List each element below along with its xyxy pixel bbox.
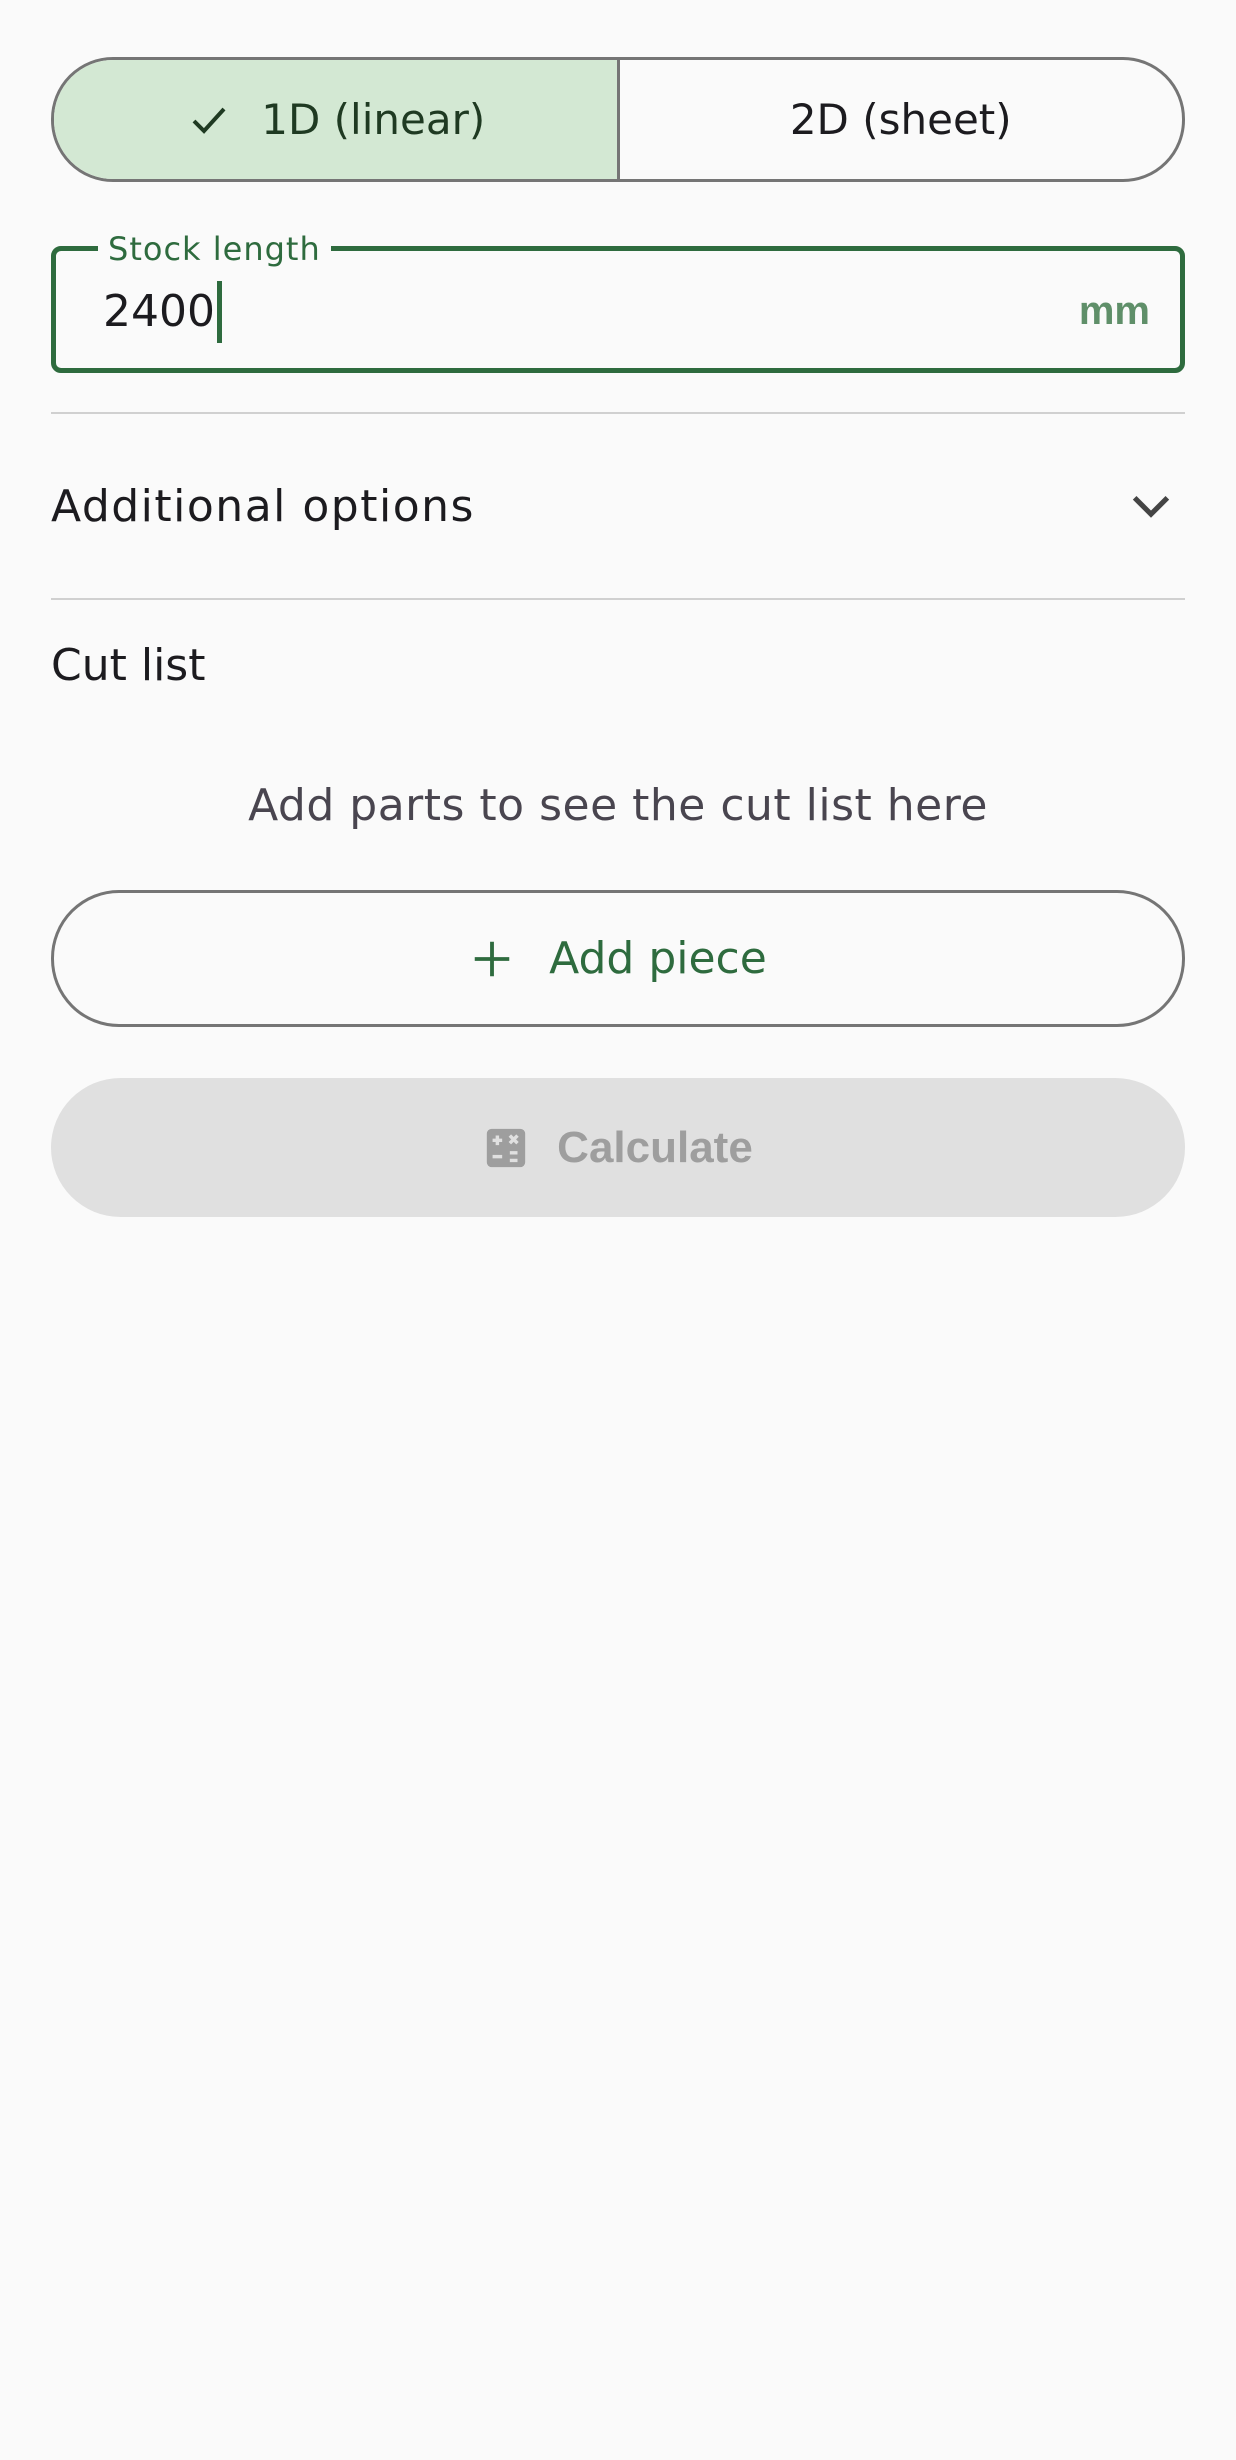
calculator-icon bbox=[483, 1125, 529, 1171]
mode-segmented-control: 1D (linear) 2D (sheet) bbox=[51, 57, 1185, 182]
stock-length-value: 2400 bbox=[103, 286, 215, 337]
divider bbox=[51, 598, 1185, 600]
calculate-label: Calculate bbox=[557, 1122, 753, 1172]
stock-length-input[interactable]: 2400 bbox=[103, 281, 222, 343]
add-piece-button[interactable]: Add piece bbox=[51, 890, 1185, 1027]
cut-list-heading: Cut list bbox=[51, 640, 206, 691]
segment-label: 2D (sheet) bbox=[789, 95, 1012, 144]
cut-optimizer-screen: 1D (linear) 2D (sheet) Stock length 2400… bbox=[0, 0, 1236, 2460]
stock-length-field[interactable]: Stock length 2400 mm bbox=[51, 229, 1185, 373]
text-caret bbox=[216, 281, 222, 343]
check-icon bbox=[185, 96, 233, 144]
add-piece-label: Add piece bbox=[549, 933, 767, 984]
additional-options-title: Additional options bbox=[51, 480, 475, 532]
unit-suffix: mm bbox=[1078, 289, 1150, 333]
cut-list-empty-message: Add parts to see the cut list here bbox=[248, 780, 988, 831]
stock-length-label: Stock length bbox=[98, 229, 331, 269]
plus-icon bbox=[469, 936, 515, 982]
segment-2d-sheet[interactable]: 2D (sheet) bbox=[616, 60, 1183, 179]
segment-1d-linear[interactable]: 1D (linear) bbox=[54, 60, 617, 179]
segment-label: 1D (linear) bbox=[261, 95, 486, 144]
calculate-button[interactable]: Calculate bbox=[51, 1078, 1185, 1217]
chevron-down-icon bbox=[1123, 478, 1179, 534]
additional-options-expander[interactable]: Additional options bbox=[51, 414, 1185, 598]
